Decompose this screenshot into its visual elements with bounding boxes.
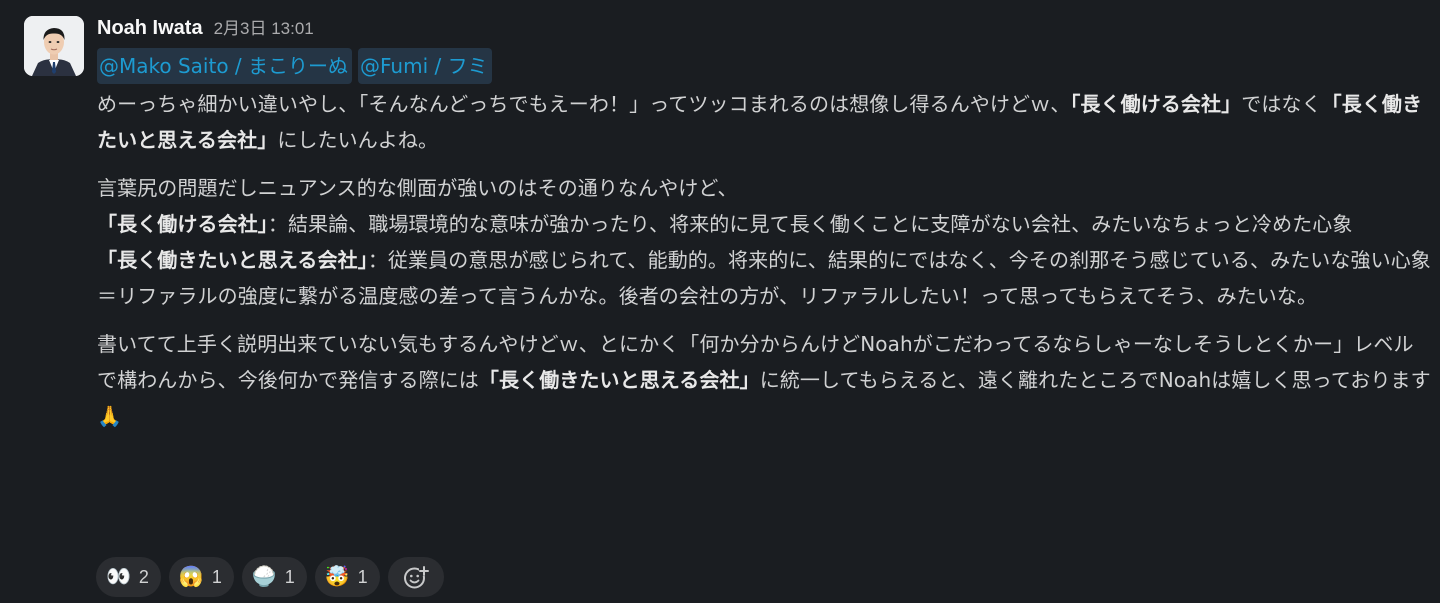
paragraph-3: 書いてて上手く説明出来ていない気もするんやけどｗ、とにかく「何か分からんけどNo… — [97, 326, 1432, 434]
reaction-mind-blown[interactable]: 🤯 1 — [314, 557, 380, 597]
mention-fumi[interactable]: @Fumi / フミ — [358, 48, 492, 84]
message-header: Noah Iwata 2月3日 13:01 — [97, 14, 1432, 46]
text-span: に統一してもらえると、遠く離れたところでNoahは嬉しく思っております — [759, 368, 1431, 392]
bold-text: 「長く働ける会社」 — [97, 212, 268, 236]
eyes-icon: 👀 — [106, 566, 131, 588]
avatar[interactable] — [24, 16, 84, 76]
text-span: 言葉尻の問題だしニュアンス的な側面が強いのはその通りなんやけど、 — [97, 176, 738, 200]
bold-text: 「長く働ける会社」 — [1070, 92, 1242, 116]
reaction-rice[interactable]: 🍚 1 — [241, 557, 307, 597]
paragraph-1: めーっちゃ細かい違いやし、「そんなんどっちでもえーわ！」ってツッコまれるのは想像… — [97, 86, 1432, 158]
folded-hands-icon: 🙏 — [97, 404, 123, 428]
reaction-count: 1 — [284, 566, 295, 587]
mind-blown-icon: 🤯 — [324, 566, 350, 588]
bold-text: 「長く働きたいと思える会社」 — [97, 248, 368, 272]
text-span: にしたいんよね。 — [277, 128, 439, 152]
add-reaction-button[interactable] — [387, 557, 444, 597]
message-item[interactable]: Noah Iwata 2月3日 13:01 @Mako Saito / まこりー… — [0, 0, 1440, 603]
reaction-scream[interactable]: 😱 1 — [168, 557, 234, 597]
text-span: めーっちゃ細かい違いやし、「そんなんどっちでもえーわ！」ってツッコまれるのは想像… — [97, 92, 1071, 116]
message-content: Noah Iwata 2月3日 13:01 @Mako Saito / まこりー… — [97, 14, 1432, 434]
message-timestamp[interactable]: 2月3日 13:01 — [214, 14, 314, 39]
paragraph-2: 言葉尻の問題だしニュアンス的な側面が強いのはその通りなんやけど、 「長く働ける会… — [97, 170, 1432, 314]
message-body: めーっちゃ細かい違いやし、「そんなんどっちでもえーわ！」ってツッコまれるのは想像… — [97, 86, 1432, 434]
reaction-count: 2 — [138, 566, 149, 587]
text-span: ではなく — [1241, 92, 1322, 116]
scream-icon: 😱 — [178, 566, 204, 588]
reaction-count: 1 — [357, 566, 368, 587]
reactions-bar: 👀 2 😱 1 🍚 1 🤯 1 — [96, 557, 444, 597]
rice-icon: 🍚 — [251, 566, 277, 588]
text-span: ：結果論、職場環境的な意味が強かったり、将来的に見て長く働くことに支障がない会社… — [267, 212, 1353, 236]
text-span: ＝リファラルの強度に繋がる温度感の差って言うんかな。後者の会社の方が、リファラル… — [97, 284, 1318, 308]
reaction-eyes[interactable]: 👀 2 — [96, 557, 161, 597]
sender-name[interactable]: Noah Iwata — [97, 17, 203, 40]
text-span: ：従業員の意思が感じられて、能動的。将来的に、結果的にではなく、今その刹那そう感… — [367, 248, 1431, 272]
mention-mako-saito[interactable]: @Mako Saito / まこりーぬ — [97, 48, 353, 84]
add-reaction-icon — [403, 566, 429, 589]
reaction-count: 1 — [211, 566, 222, 587]
bold-text: 「長く働きたいと思える会社」 — [478, 368, 760, 392]
avatar-photo-icon — [24, 16, 84, 76]
mentions-row: @Mako Saito / まこりーぬ @Fumi / フミ — [97, 46, 1432, 86]
